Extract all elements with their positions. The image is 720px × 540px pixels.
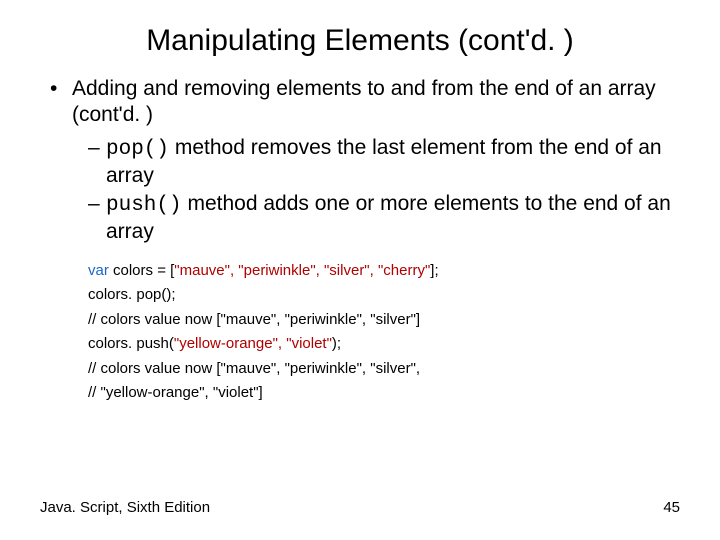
text: colors. push( (88, 335, 174, 352)
bullet-level2: – push() method adds one or more element… (88, 191, 680, 246)
code-line: // colors value now ["mauve", "periwinkl… (88, 309, 680, 332)
bullet-text: Adding and removing elements to and from… (72, 76, 680, 129)
text: ]; (430, 262, 438, 279)
slide-footer: Java. Script, Sixth Edition 45 (40, 499, 680, 516)
text: colors = [ (109, 262, 174, 279)
code-example: var colors = ["mauve", "periwinkle", "si… (88, 260, 680, 405)
code-line: // "yellow-orange", "violet"] (88, 382, 680, 405)
code-line: var colors = ["mauve", "periwinkle", "si… (88, 260, 680, 283)
bullet-dot: • (50, 76, 72, 129)
text: ); (332, 335, 341, 352)
slide-title: Manipulating Elements (cont'd. ) (0, 0, 720, 76)
text: method removes the last element from the… (106, 136, 662, 187)
bullet-level2: – pop() method removes the last element … (88, 135, 680, 190)
keyword: var (88, 262, 109, 279)
bullet-dash: – (88, 191, 106, 246)
bullet-dash: – (88, 135, 106, 190)
slide: Manipulating Elements (cont'd. ) • Addin… (0, 0, 720, 540)
page-number: 45 (663, 499, 680, 516)
footer-left: Java. Script, Sixth Edition (40, 499, 210, 516)
code-line: colors. push("yellow-orange", "violet"); (88, 333, 680, 356)
code-inline: pop() (106, 138, 169, 161)
sub-bullets: – pop() method removes the last element … (88, 135, 680, 246)
code-inline: push() (106, 194, 182, 217)
string-literal: "mauve", "periwinkle", "silver", "cherry… (174, 262, 430, 279)
bullet-text: pop() method removes the last element fr… (106, 135, 680, 190)
code-line: colors. pop(); (88, 284, 680, 307)
slide-body: • Adding and removing elements to and fr… (0, 76, 720, 405)
text: method adds one or more elements to the … (106, 192, 671, 243)
bullet-level1: • Adding and removing elements to and fr… (50, 76, 680, 129)
string-literal: "yellow-orange", "violet" (174, 335, 332, 352)
bullet-text: push() method adds one or more elements … (106, 191, 680, 246)
code-line: // colors value now ["mauve", "periwinkl… (88, 358, 680, 381)
